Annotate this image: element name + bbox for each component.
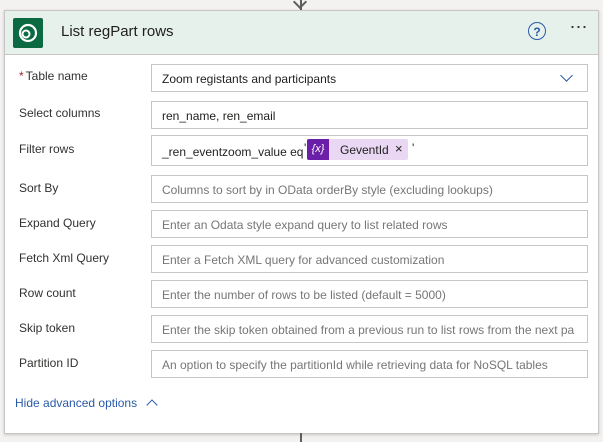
skip-token-placeholder: Enter the skip token obtained from a pre… bbox=[162, 323, 575, 337]
ellipsis-icon[interactable]: ⋯ bbox=[567, 18, 591, 40]
required-mark: * bbox=[19, 69, 24, 83]
table-name-value: Zoom registants and participants bbox=[162, 72, 337, 86]
select-columns-label: Select columns bbox=[19, 106, 101, 120]
card-header[interactable]: List regPart rows ? ⋯ bbox=[5, 11, 598, 55]
partition-id-placeholder: An option to specify the partitionId whi… bbox=[162, 358, 548, 372]
select-columns-input[interactable]: ren_name, ren_email bbox=[151, 101, 588, 129]
dynamic-content-token[interactable]: {x} GeventId × bbox=[307, 139, 408, 160]
quote-open: ' bbox=[304, 141, 307, 155]
partition-id-label: Partition ID bbox=[19, 356, 79, 370]
fetch-xml-placeholder: Enter a Fetch XML query for advanced cus… bbox=[162, 253, 445, 267]
row-count-placeholder: Enter the number of rows to be listed (d… bbox=[162, 288, 446, 302]
fetch-xml-input[interactable]: Enter a Fetch XML query for advanced cus… bbox=[151, 245, 588, 273]
table-name-dropdown[interactable]: Zoom registants and participants bbox=[151, 64, 588, 92]
filter-rows-label: Filter rows bbox=[19, 142, 75, 156]
partition-id-input[interactable]: An option to specify the partitionId whi… bbox=[151, 350, 588, 378]
skip-token-input[interactable]: Enter the skip token obtained from a pre… bbox=[151, 315, 588, 343]
sort-by-input[interactable]: Columns to sort by in OData orderBy styl… bbox=[151, 175, 588, 203]
skip-token-label: Skip token bbox=[19, 321, 76, 335]
flow-canvas: List regPart rows ? ⋯ * Table name Zoom r… bbox=[0, 0, 603, 442]
variable-icon: {x} bbox=[307, 139, 329, 160]
fetch-xml-label: Fetch Xml Query bbox=[19, 251, 110, 265]
dataverse-icon bbox=[13, 18, 43, 48]
card-title: List regPart rows bbox=[61, 23, 174, 40]
select-columns-value: ren_name, ren_email bbox=[162, 109, 276, 123]
action-card: List regPart rows ? ⋯ * Table name Zoom r… bbox=[4, 10, 599, 434]
filter-rows-input[interactable]: _ren_eventzoom_value eq ' {x} GeventId ×… bbox=[151, 135, 588, 166]
filter-rows-expression: _ren_eventzoom_value eq bbox=[162, 145, 304, 159]
expand-query-placeholder: Enter an Odata style expand query to lis… bbox=[162, 218, 448, 232]
chevron-down-icon[interactable] bbox=[560, 69, 573, 82]
row-count-label: Row count bbox=[19, 286, 76, 300]
sort-by-placeholder: Columns to sort by in OData orderBy styl… bbox=[162, 183, 493, 197]
connector-line-bottom bbox=[300, 433, 302, 442]
close-icon[interactable]: × bbox=[395, 141, 403, 156]
expand-query-input[interactable]: Enter an Odata style expand query to lis… bbox=[151, 210, 588, 238]
row-count-input[interactable]: Enter the number of rows to be listed (d… bbox=[151, 280, 588, 308]
hide-advanced-options-link[interactable]: Hide advanced options bbox=[15, 396, 137, 410]
question-circle-icon[interactable]: ? bbox=[528, 22, 546, 40]
chevron-up-icon[interactable] bbox=[146, 399, 158, 411]
table-name-label: * Table name bbox=[19, 69, 88, 83]
arrow-down-icon bbox=[292, 0, 308, 10]
sort-by-label: Sort By bbox=[19, 181, 59, 195]
quote-close: ' bbox=[412, 141, 415, 155]
expand-query-label: Expand Query bbox=[19, 216, 96, 230]
token-label: GeventId bbox=[340, 143, 389, 157]
